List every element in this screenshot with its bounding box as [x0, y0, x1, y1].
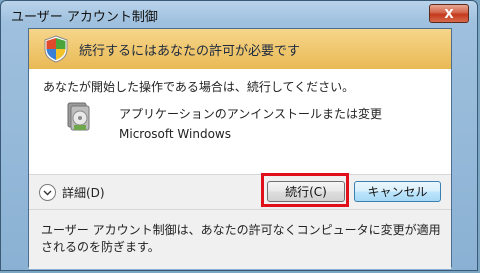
chevron-down-icon[interactable]	[39, 184, 56, 201]
publisher-name: Microsoft Windows	[119, 127, 231, 141]
uac-shield-icon	[44, 35, 68, 63]
permission-banner: 続行するにはあなたの許可が必要です	[29, 29, 451, 70]
programs-icon	[67, 102, 90, 131]
continue-button[interactable]: 続行(C)	[267, 181, 345, 202]
dialog-body: あなたが開始した操作である場合は、続行してください。 アプリケーションのアンイン…	[29, 69, 451, 174]
close-icon: X	[444, 6, 454, 21]
details-label[interactable]: 詳細(D)	[62, 184, 105, 201]
dialog-content: 続行するにはあなたの許可が必要です あなたが開始した操作である場合は、続行してく…	[28, 28, 452, 269]
title-bar[interactable]: ユーザー アカウント制御 X	[1, 1, 477, 27]
uac-dialog-window: ユーザー アカウント制御 X 続行するにはあなたの許可が必要です あなたが開始し…	[0, 0, 478, 271]
program-name: アプリケーションのアンインストールまたは変更	[119, 107, 383, 121]
button-bar: 詳細(D) 続行(C) キャンセル	[29, 173, 451, 210]
cancel-button[interactable]: キャンセル	[354, 181, 441, 202]
footer: ユーザー アカウント制御は、あなたの許可なくコンピュータに変更が適用されるのを防…	[29, 209, 451, 269]
banner-heading: 続行するにはあなたの許可が必要です	[79, 44, 301, 59]
close-button[interactable]: X	[429, 4, 469, 23]
details-toggle[interactable]: 詳細(D)	[39, 184, 105, 201]
instruction-text: あなたが開始した操作である場合は、続行してください。	[43, 80, 355, 94]
window-title: ユーザー アカウント制御	[11, 10, 158, 25]
footer-text: ユーザー アカウント制御は、あなたの許可なくコンピュータに変更が適用されるのを防…	[41, 223, 441, 254]
